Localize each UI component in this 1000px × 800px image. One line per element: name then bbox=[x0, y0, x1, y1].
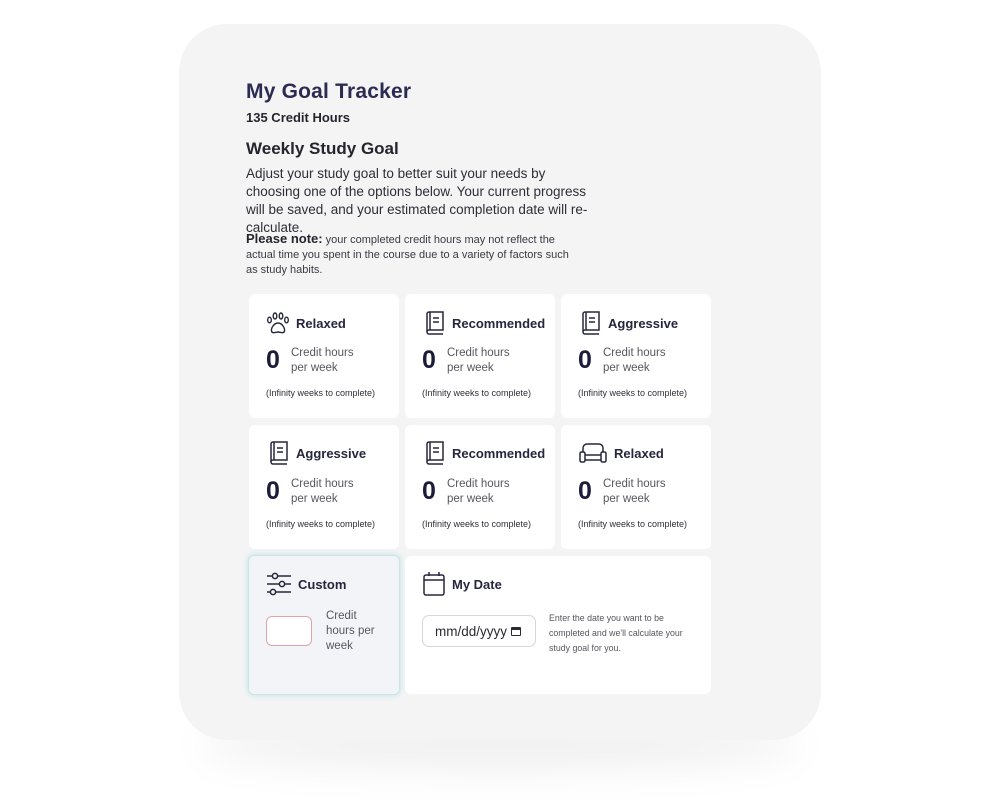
goal-card-value: 0 bbox=[422, 346, 436, 374]
custom-hours-input[interactable] bbox=[266, 616, 312, 646]
couch-icon bbox=[579, 443, 607, 463]
goal-card-value: 0 bbox=[266, 346, 280, 374]
date-help-text: Enter the date you want to be completed … bbox=[549, 613, 683, 653]
goal-card-value: 0 bbox=[266, 477, 280, 505]
date-input[interactable]: mm/dd/yyyy bbox=[422, 615, 536, 647]
goal-card-unit: Credit hours per week bbox=[291, 478, 354, 505]
goal-card-label: Relaxed bbox=[614, 445, 664, 461]
goal-card-label: Recommended bbox=[452, 445, 546, 461]
goal-card-relaxed[interactable]: Relaxed 0 Credit hours per week (Infinit… bbox=[249, 294, 399, 418]
goal-card-weeks: (Infinity weeks to complete) bbox=[578, 519, 688, 529]
goal-card-recommended[interactable]: Recommended 0 Credit hours per week (Inf… bbox=[405, 425, 555, 549]
goal-card-my-date[interactable]: My Date mm/dd/yyyy Enter the date you wa… bbox=[405, 556, 711, 694]
page-title: My Goal Tracker bbox=[246, 80, 412, 103]
paw-icon bbox=[267, 312, 290, 334]
goal-card-aggressive[interactable]: Aggressive 0 Credit hours per week (Infi… bbox=[561, 294, 711, 418]
goal-card-unit: Credit hours per week bbox=[603, 347, 666, 374]
goal-card-aggressive[interactable]: Aggressive 0 Credit hours per week (Infi… bbox=[249, 425, 399, 549]
goal-card-value: 0 bbox=[578, 477, 592, 505]
goal-card-weeks: (Infinity weeks to complete) bbox=[266, 519, 376, 529]
goal-card-label: Recommended bbox=[452, 315, 546, 331]
credit-hours-total: 135 Credit Hours bbox=[246, 110, 351, 125]
description: Adjust your study goal to better suit yo… bbox=[246, 166, 588, 235]
sliders-icon bbox=[267, 572, 291, 596]
goal-card-weeks: (Infinity weeks to complete) bbox=[422, 519, 532, 529]
goal-card-value: 0 bbox=[578, 346, 592, 374]
note: Please note: your completed credit hours… bbox=[246, 231, 576, 278]
goal-card-unit: Credit hours per week bbox=[291, 347, 354, 374]
goal-card-label: Aggressive bbox=[608, 315, 679, 331]
goal-card-label: Relaxed bbox=[296, 315, 346, 331]
book-icon bbox=[582, 311, 600, 335]
note-label: Please note: bbox=[246, 231, 323, 246]
goal-card-unit: Credit hours per week bbox=[603, 478, 666, 505]
goal-card-unit: Credit hours per week bbox=[447, 478, 510, 505]
goal-card-label: Custom bbox=[298, 576, 347, 592]
goal-card-label: Aggressive bbox=[296, 445, 367, 461]
section-title: Weekly Study Goal bbox=[246, 139, 399, 158]
book-icon bbox=[426, 311, 444, 335]
book-icon bbox=[426, 441, 444, 465]
goal-card-unit: Credit hours per week bbox=[447, 347, 510, 374]
goal-card-recommended[interactable]: Recommended 0 Credit hours per week (Inf… bbox=[405, 294, 555, 418]
goal-card-custom[interactable]: Custom Credit hours per week bbox=[248, 555, 400, 695]
date-placeholder: mm/dd/yyyy bbox=[435, 623, 508, 639]
goal-card-relaxed[interactable]: Relaxed 0 Credit hours per week (Infinit… bbox=[561, 425, 711, 549]
goal-card-weeks: (Infinity weeks to complete) bbox=[266, 388, 376, 398]
custom-unit: Credit hours per week bbox=[326, 610, 375, 652]
book-icon bbox=[270, 441, 288, 465]
calendar-picker-icon[interactable] bbox=[511, 626, 522, 636]
calendar-icon bbox=[423, 572, 445, 596]
goal-card-weeks: (Infinity weeks to complete) bbox=[578, 388, 688, 398]
goal-card-label: My Date bbox=[452, 576, 502, 592]
goal-card-value: 0 bbox=[422, 477, 436, 505]
goal-card-weeks: (Infinity weeks to complete) bbox=[422, 388, 532, 398]
